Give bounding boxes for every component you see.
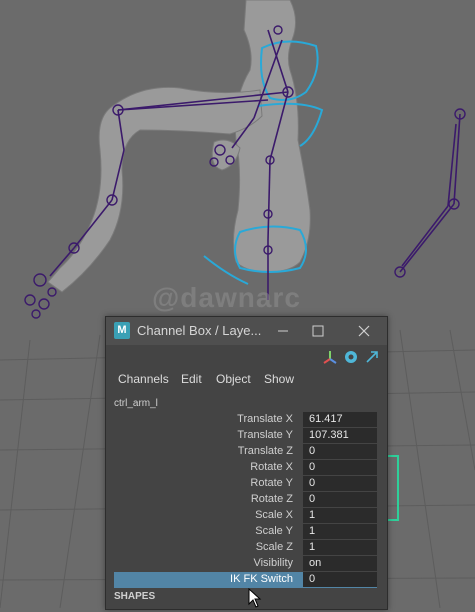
close-icon[interactable]	[354, 321, 374, 341]
shapes-section-header[interactable]: SHAPES	[114, 591, 155, 602]
channel-box-window[interactable]: M Channel Box / Laye... Channels Edit Ob…	[105, 316, 388, 610]
channel-label[interactable]: Scale X	[255, 509, 293, 521]
channel-label[interactable]: Rotate Y	[250, 477, 293, 489]
channel-value[interactable]: 107.381	[303, 428, 377, 443]
manipulator-icon[interactable]	[322, 349, 338, 365]
menu-bar: Channels Edit Object Show	[106, 370, 387, 390]
channel-value[interactable]: 61.417	[303, 412, 377, 427]
window-title: Channel Box / Laye...	[137, 323, 262, 338]
channel-label[interactable]: IK FK Switch	[230, 573, 293, 585]
channel-label[interactable]: Scale Y	[255, 525, 293, 537]
channel-value[interactable]: 0	[303, 476, 377, 491]
channel-speed-icon[interactable]	[343, 349, 359, 365]
menu-edit[interactable]: Edit	[181, 372, 202, 386]
menu-channels[interactable]: Channels	[118, 372, 169, 386]
channel-value[interactable]: 1	[303, 508, 377, 523]
channel-label[interactable]: Rotate Z	[251, 493, 293, 505]
channel-row-visibility[interactable]: Visibility on	[114, 556, 377, 572]
channel-value[interactable]: on	[303, 556, 377, 571]
node-name[interactable]: ctrl_arm_l	[114, 398, 158, 409]
channel-label[interactable]: Translate Z	[238, 445, 293, 457]
mouse-cursor-icon	[248, 587, 262, 608]
channel-label[interactable]: Visibility	[253, 557, 293, 569]
channel-label[interactable]: Translate X	[237, 413, 293, 425]
channel-row-ik-fk-switch[interactable]: IK FK Switch 0	[114, 572, 377, 588]
channel-row-translate-y[interactable]: Translate Y 107.381	[114, 428, 377, 444]
channel-row-scale-x[interactable]: Scale X 1	[114, 508, 377, 524]
channel-value[interactable]: 0	[303, 444, 377, 459]
maya-app-icon: M	[114, 322, 130, 339]
channel-row-scale-y[interactable]: Scale Y 1	[114, 524, 377, 540]
watermark: @dawnarc	[152, 282, 301, 313]
channel-label[interactable]: Scale Z	[256, 541, 293, 553]
minimize-icon[interactable]	[273, 321, 293, 341]
channel-label[interactable]: Rotate X	[250, 461, 293, 473]
menu-object[interactable]: Object	[216, 372, 251, 386]
maximize-icon[interactable]	[308, 321, 328, 341]
channel-box-toolbar	[322, 349, 382, 365]
channel-value[interactable]: 0	[303, 492, 377, 507]
channel-row-rotate-x[interactable]: Rotate X 0	[114, 460, 377, 476]
channel-value[interactable]: 1	[303, 540, 377, 555]
channel-value[interactable]: 0	[303, 572, 377, 587]
menu-show[interactable]: Show	[264, 372, 294, 386]
channel-value[interactable]: 0	[303, 460, 377, 475]
channel-row-translate-x[interactable]: Translate X 61.417	[114, 412, 377, 428]
channel-row-scale-z[interactable]: Scale Z 1	[114, 540, 377, 556]
channel-row-rotate-z[interactable]: Rotate Z 0	[114, 492, 377, 508]
channel-label[interactable]: Translate Y	[237, 429, 293, 441]
window-titlebar[interactable]: M Channel Box / Laye...	[106, 317, 387, 345]
channel-value[interactable]: 1	[303, 524, 377, 539]
channel-row-translate-z[interactable]: Translate Z 0	[114, 444, 377, 460]
channel-row-rotate-y[interactable]: Rotate Y 0	[114, 476, 377, 492]
expand-arrow-icon[interactable]	[364, 349, 380, 365]
